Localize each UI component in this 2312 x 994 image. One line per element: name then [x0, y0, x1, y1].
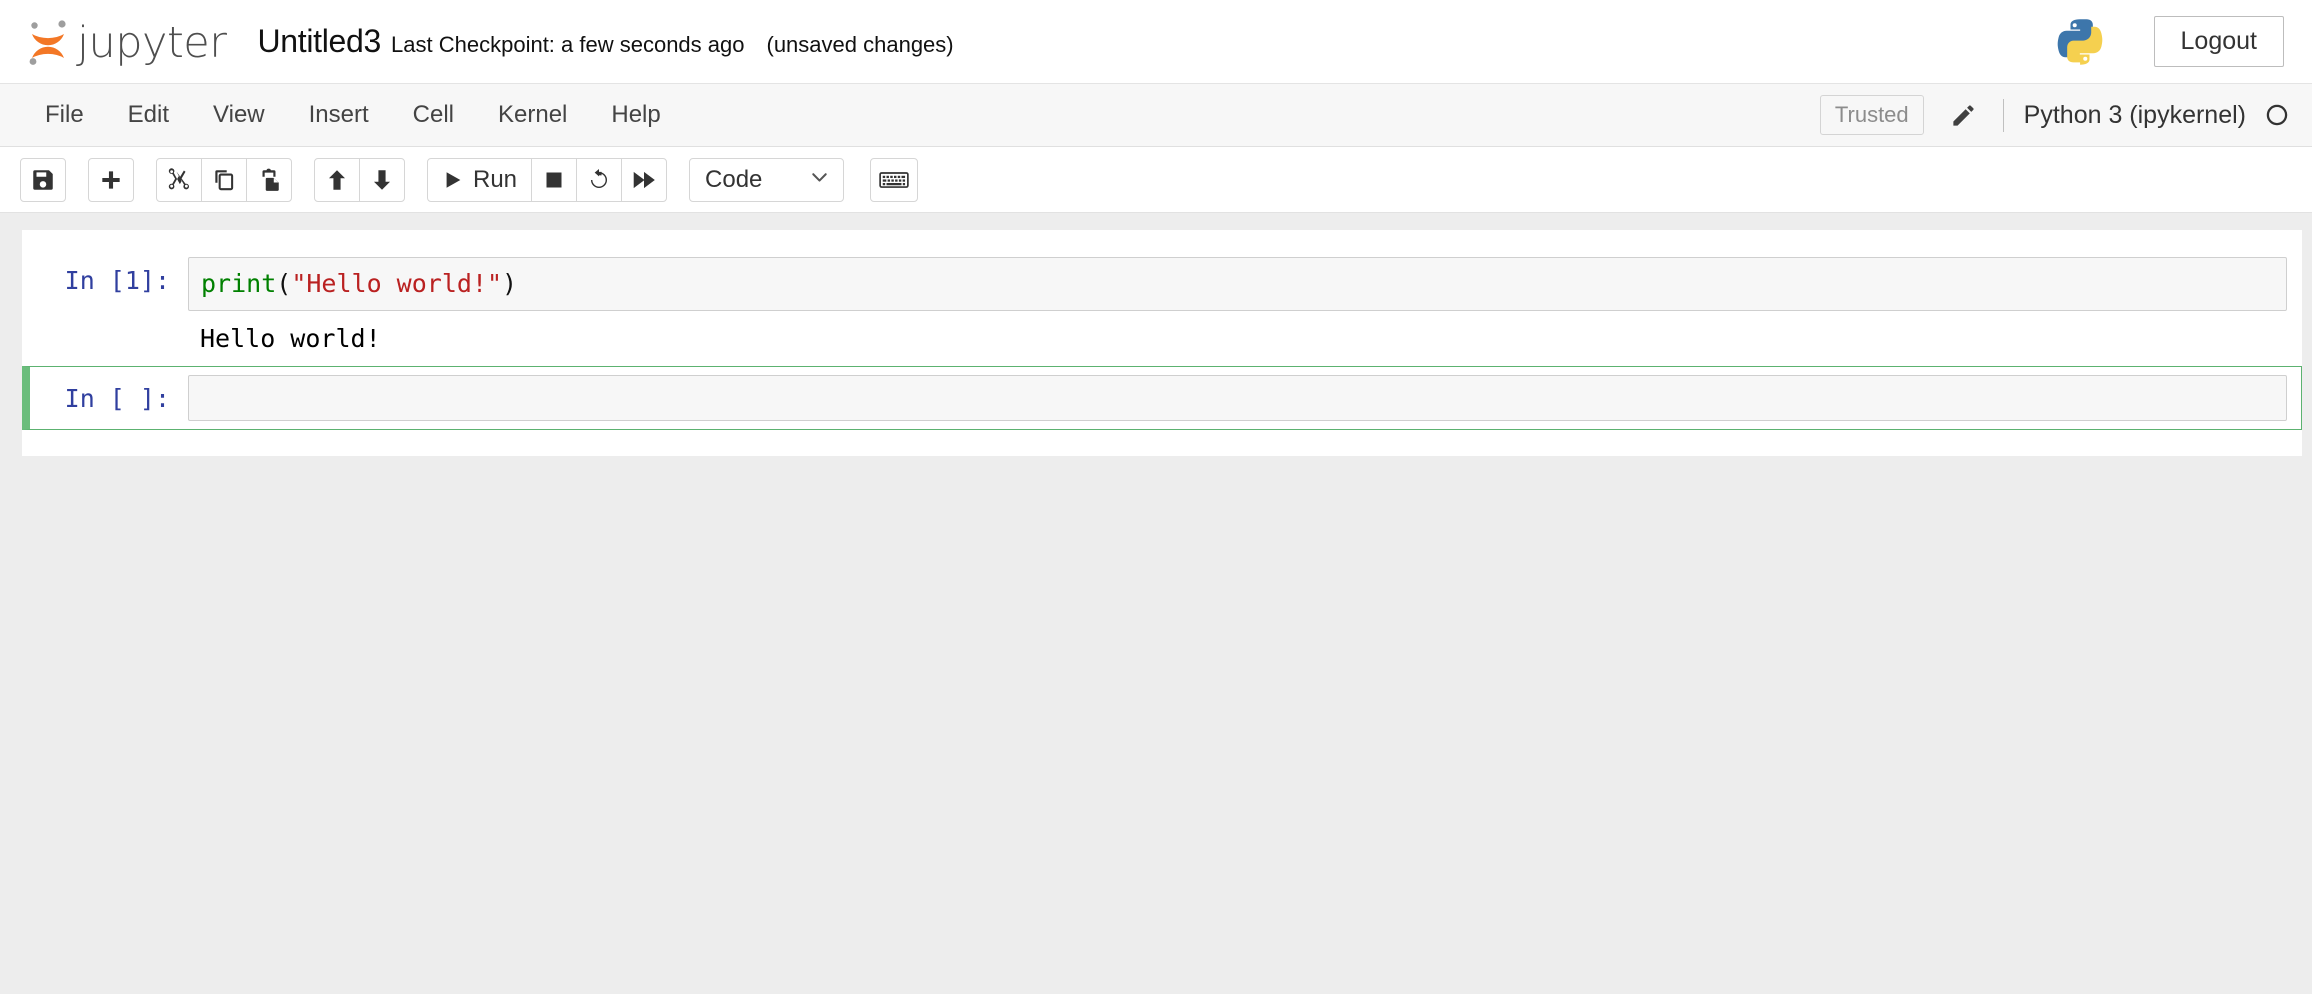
- code-token-paren-close: ): [502, 269, 518, 298]
- insert-cell-button[interactable]: [88, 157, 134, 202]
- toolbar-group-clipboard: [156, 157, 292, 202]
- code-token-paren-open: (: [276, 269, 292, 298]
- restart-kernel-button[interactable]: [576, 157, 623, 202]
- toolbar-group-save: [20, 157, 66, 202]
- code-token-function: print: [201, 269, 277, 298]
- toolbar-group-run: Run: [427, 157, 668, 202]
- play-icon: [442, 169, 464, 191]
- input-prompt: In [ ]:: [64, 383, 170, 413]
- paste-cell-button[interactable]: [246, 157, 292, 202]
- header-right-group: Logout: [2054, 15, 2312, 68]
- menubar-right-group: Trusted Python 3 (ipykernel): [1819, 95, 2312, 135]
- header-left-group: jupyter Untitled3 Last Checkpoint: a few…: [0, 18, 954, 66]
- restart-circle-icon: [586, 167, 612, 193]
- input-prompt: In [1]:: [64, 266, 170, 295]
- command-palette-button[interactable]: [870, 157, 919, 202]
- notebook-title-block: Untitled3 Last Checkpoint: a few seconds…: [257, 23, 953, 60]
- jupyter-logo[interactable]: [26, 18, 70, 66]
- paste-icon: [256, 167, 282, 193]
- interrupt-kernel-button[interactable]: [531, 157, 578, 202]
- code-cell-selected[interactable]: In [ ]:: [22, 365, 2302, 430]
- pencil-icon[interactable]: [1950, 102, 1977, 129]
- restart-run-all-button[interactable]: [621, 157, 668, 202]
- menubar-divider: [2002, 98, 2004, 132]
- menubar: File Edit View Insert Cell Kernel Help T…: [0, 83, 2312, 147]
- python-logo-svg: [2057, 18, 2102, 65]
- keyboard-icon: [879, 168, 909, 192]
- cell-type-select[interactable]: Code: [689, 157, 845, 202]
- cut-cell-button[interactable]: [156, 157, 202, 202]
- floppy-disk-icon: [30, 167, 56, 193]
- code-token-string: "Hello world!": [291, 269, 503, 298]
- cell-type-value: Code: [705, 165, 763, 193]
- arrow-down-icon: [369, 167, 395, 193]
- chevron-down-icon: [808, 166, 831, 194]
- notebook-site: In [1]: print("Hello world!") Hello worl…: [0, 213, 2312, 994]
- menubar-items: File Edit View Insert Cell Kernel Help: [0, 94, 683, 136]
- python-logo: [2054, 16, 2106, 68]
- notebook-toolbar: Run Code: [0, 147, 2312, 213]
- kernel-idle-circle-icon[interactable]: [2264, 102, 2290, 128]
- code-editor[interactable]: print("Hello world!"): [188, 257, 2287, 311]
- move-cell-down-button[interactable]: [359, 157, 405, 202]
- last-checkpoint-text: Last Checkpoint: a few seconds ago: [391, 32, 745, 57]
- fast-forward-icon: [631, 167, 657, 193]
- notebook-name[interactable]: Untitled3: [257, 23, 381, 60]
- scissors-icon: [166, 167, 192, 193]
- menu-help[interactable]: Help: [589, 94, 682, 136]
- copy-cell-button[interactable]: [201, 157, 247, 202]
- output-stdout-text: Hello world!: [200, 323, 381, 353]
- jupyter-logo-svg: [29, 19, 66, 65]
- arrow-up-icon: [324, 167, 350, 193]
- toolbar-group-move: [314, 157, 405, 202]
- pencil-icon-svg: [1953, 104, 1974, 126]
- page-header: jupyter Untitled3 Last Checkpoint: a few…: [0, 0, 2312, 83]
- logout-button[interactable]: Logout: [2153, 15, 2284, 68]
- menu-edit[interactable]: Edit: [106, 94, 191, 136]
- stop-square-icon: [542, 168, 566, 192]
- plus-icon: [98, 167, 124, 193]
- menu-kernel[interactable]: Kernel: [476, 94, 589, 136]
- menu-file[interactable]: File: [23, 94, 106, 136]
- kernel-idle-circle-svg: [2266, 104, 2288, 126]
- notebook-container: In [1]: print("Hello world!") Hello worl…: [22, 230, 2302, 456]
- kernel-name-label: Python 3 (ipykernel): [2023, 100, 2246, 129]
- toolbar-group-insert: [88, 157, 134, 202]
- run-button-label: Run: [473, 165, 518, 193]
- unsaved-changes-indicator: (unsaved changes): [766, 32, 954, 57]
- menu-insert[interactable]: Insert: [287, 94, 391, 136]
- run-button[interactable]: Run: [427, 157, 533, 202]
- move-cell-up-button[interactable]: [314, 157, 360, 202]
- copy-icon: [211, 167, 237, 193]
- code-cell[interactable]: In [1]: print("Hello world!"): [22, 248, 2302, 320]
- menu-cell[interactable]: Cell: [391, 94, 476, 136]
- menu-view[interactable]: View: [191, 94, 287, 136]
- save-button[interactable]: [20, 157, 66, 202]
- cell-output: Hello world!: [22, 320, 2302, 366]
- jupyter-wordmark: jupyter: [77, 18, 227, 68]
- trusted-badge[interactable]: Trusted: [1819, 95, 1924, 135]
- toolbar-group-palette: [870, 157, 919, 202]
- code-editor-empty[interactable]: [188, 374, 2287, 421]
